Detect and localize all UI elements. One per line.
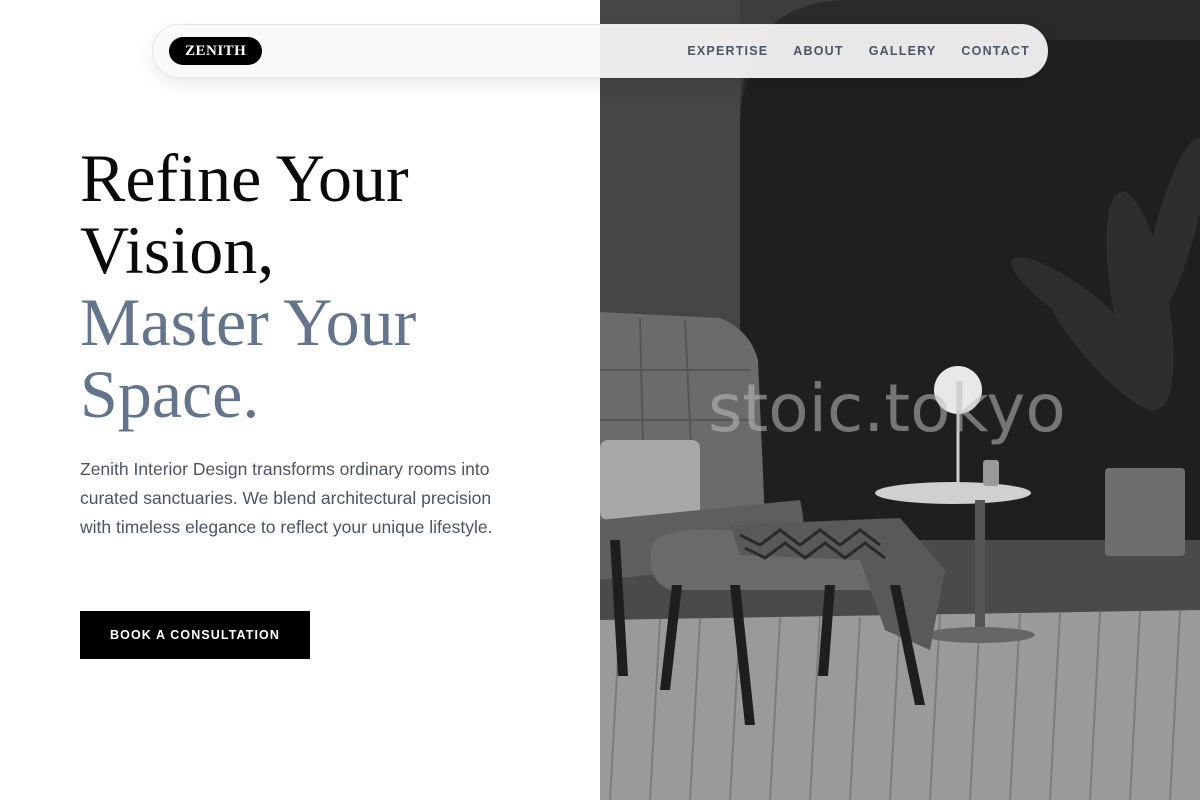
nav-link-contact[interactable]: CONTACT <box>961 44 1030 58</box>
hero-photo: stoic.tokyo <box>600 0 1200 800</box>
headline-line-1: Refine Your <box>80 140 409 216</box>
nav-links: EXPERTISE ABOUT GALLERY CONTACT <box>687 44 1030 58</box>
hero-headline: Refine Your Vision, Master Your Space. <box>80 142 580 430</box>
top-navbar: ZENITH EXPERTISE ABOUT GALLERY CONTACT <box>152 24 1048 78</box>
nav-link-expertise[interactable]: EXPERTISE <box>687 44 768 58</box>
headline-line-4: Space. <box>80 356 260 432</box>
headline-line-3: Master Your <box>80 284 417 360</box>
book-consultation-button[interactable]: BOOK A CONSULTATION <box>80 611 310 659</box>
headline-line-2: Vision, <box>80 212 275 288</box>
watermark-text: stoic.tokyo <box>708 370 1066 447</box>
nav-link-gallery[interactable]: GALLERY <box>869 44 937 58</box>
nav-link-about[interactable]: ABOUT <box>793 44 843 58</box>
hero-description: Zenith Interior Design transforms ordina… <box>80 459 493 537</box>
brand-logo[interactable]: ZENITH <box>169 37 263 65</box>
